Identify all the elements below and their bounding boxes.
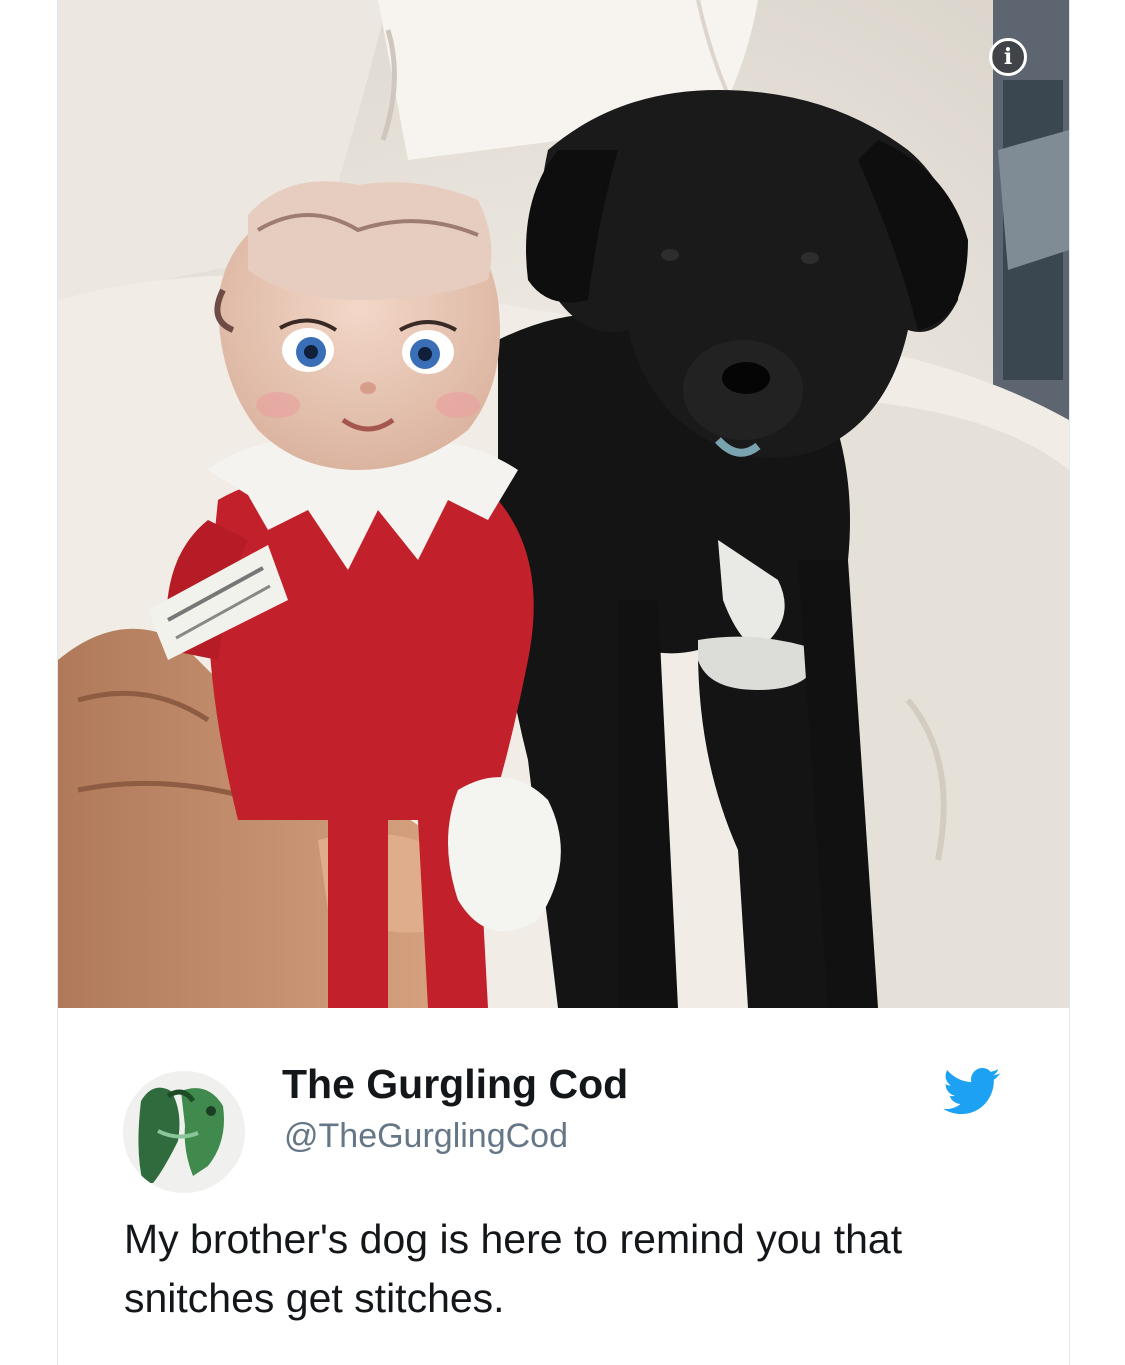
tweet-photo[interactable]: i bbox=[58, 0, 1069, 1008]
tweet-author-header: The Gurgling Cod @TheGurglingCod bbox=[58, 1008, 1069, 1193]
avatar[interactable] bbox=[123, 1071, 245, 1193]
user-handle[interactable]: @TheGurglingCod bbox=[284, 1117, 568, 1156]
tweet-card: i The Gurgling Cod @TheGurglingCod My br… bbox=[57, 0, 1070, 1365]
twitter-bird-icon[interactable] bbox=[943, 1068, 1001, 1116]
photo-illustration bbox=[58, 0, 1069, 1008]
tweet-text: My brother's dog is here to remind you t… bbox=[124, 1216, 903, 1321]
avatar-image bbox=[123, 1071, 245, 1193]
display-name[interactable]: The Gurgling Cod bbox=[282, 1061, 628, 1108]
info-icon[interactable]: i bbox=[989, 38, 1027, 76]
